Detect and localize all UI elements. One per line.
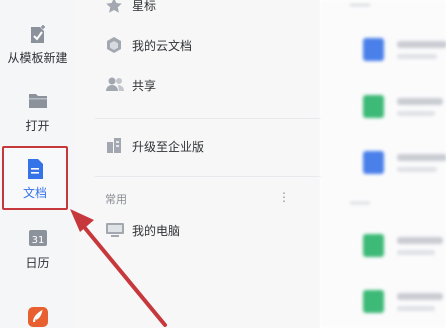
app-logo-icon — [27, 307, 48, 327]
navigation-panel: 星标 我的云文档 共享 升级至企业版 常用 ⋮ 我的电脑 — [75, 0, 325, 328]
doc-file-icon — [363, 38, 384, 61]
rail-item-label: 文档 — [22, 186, 47, 200]
template-new-icon — [30, 25, 45, 43]
rail-item-label: 打开 — [25, 119, 50, 133]
file-meta — [397, 250, 435, 255]
section-title-common: 常用 — [105, 193, 127, 206]
calendar-icon: 31 — [28, 230, 47, 246]
enterprise-icon — [105, 136, 123, 154]
file-name — [397, 98, 443, 105]
nav-item-upgrade-enterprise[interactable]: 升级至企业版 — [132, 138, 204, 155]
rail-item-label: 日历 — [25, 256, 50, 270]
sheet-file-icon — [363, 290, 384, 313]
nav-item-my-cloud-docs[interactable]: 我的云文档 — [132, 37, 192, 54]
left-rail: 从模板新建 打开 文档 31 日历 — [0, 0, 75, 328]
document-icon — [28, 159, 43, 179]
computer-icon — [105, 221, 124, 239]
section-more-button[interactable]: ⋮ — [278, 190, 290, 204]
file-meta — [397, 54, 437, 59]
group-header — [350, 4, 370, 6]
divider — [95, 118, 325, 119]
nav-item-starred[interactable]: 星标 — [132, 0, 156, 14]
file-name — [397, 154, 446, 161]
rail-item-template-new[interactable]: 从模板新建 — [0, 24, 75, 66]
rail-item-label: 从模板新建 — [7, 51, 68, 65]
file-meta — [397, 111, 435, 116]
nav-item-my-computer[interactable]: 我的电脑 — [132, 222, 180, 239]
doc-file-icon — [363, 151, 384, 174]
rail-item-document[interactable]: 文档 — [2, 146, 68, 210]
group-header — [350, 202, 370, 204]
file-meta — [397, 167, 437, 172]
svg-text:31: 31 — [31, 235, 44, 246]
folder-open-icon — [28, 94, 47, 108]
sheet-file-icon — [363, 95, 384, 118]
file-name — [397, 237, 443, 244]
file-meta — [397, 306, 435, 311]
nav-item-shared[interactable]: 共享 — [132, 77, 156, 94]
sheet-file-icon — [363, 234, 384, 257]
file-name — [397, 41, 446, 48]
rail-item-open[interactable]: 打开 — [0, 91, 75, 134]
rail-item-app[interactable] — [0, 306, 75, 328]
file-name — [397, 293, 443, 300]
share-people-icon — [105, 75, 124, 93]
rail-item-calendar[interactable]: 31 日历 — [0, 228, 75, 271]
cloud-doc-icon — [105, 36, 123, 54]
star-icon — [105, 0, 123, 15]
divider — [95, 176, 325, 177]
file-list-panel — [320, 0, 446, 328]
